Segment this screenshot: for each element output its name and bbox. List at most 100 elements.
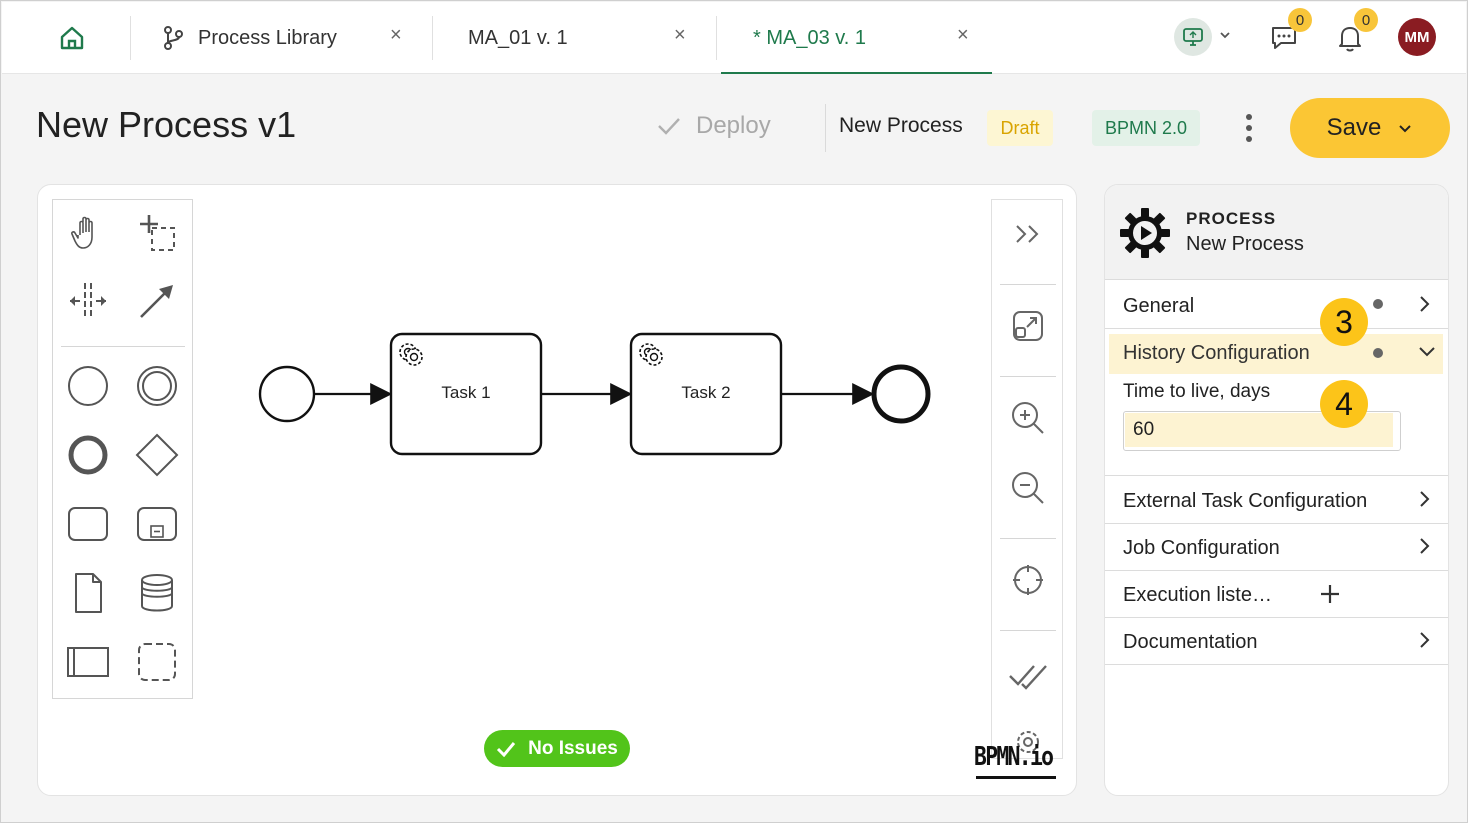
- tab-divider: [716, 16, 717, 60]
- hand-tool-icon[interactable]: [63, 208, 113, 258]
- zoom-in-icon[interactable]: [1006, 396, 1050, 440]
- subprocess-icon[interactable]: [132, 499, 182, 549]
- end-event[interactable]: [871, 364, 931, 424]
- properties-panel: PROCESS New Process General History Conf…: [1104, 184, 1449, 796]
- connect-tool-icon[interactable]: [132, 276, 182, 326]
- element-type: PROCESS: [1186, 209, 1277, 228]
- tab-process-library[interactable]: Process Library ×: [162, 2, 412, 74]
- section-job-configuration[interactable]: Job Configuration: [1105, 524, 1448, 571]
- group-icon[interactable]: [132, 637, 182, 687]
- pool-icon[interactable]: [63, 637, 113, 687]
- chevron-right-icon: [1417, 489, 1433, 515]
- tab-label: * MA_03 v. 1: [753, 26, 867, 49]
- chevron-down-icon[interactable]: [1218, 28, 1232, 47]
- tab-divider: [432, 16, 433, 60]
- tab-ma03[interactable]: * MA_03 v. 1 ×: [721, 2, 992, 74]
- canvas-toolbar: [991, 199, 1063, 759]
- check-icon: [656, 116, 682, 136]
- task-label: Task 2: [681, 383, 731, 402]
- save-button[interactable]: Save: [1290, 98, 1450, 158]
- callout-badge: 4: [1320, 380, 1368, 428]
- callout-badge: 3: [1320, 298, 1368, 346]
- chevron-right-icon: [1417, 536, 1433, 562]
- section-label: Documentation: [1123, 631, 1258, 653]
- section-documentation[interactable]: Documentation: [1105, 618, 1448, 665]
- element-name: New Process: [1186, 233, 1304, 255]
- changed-indicator-dot: [1373, 348, 1383, 358]
- tab-label: Process Library: [198, 26, 337, 49]
- center-view-icon[interactable]: [1006, 558, 1050, 602]
- deploy-label: Deploy: [696, 112, 771, 139]
- task-label: Task 1: [441, 383, 491, 402]
- environment-switcher[interactable]: [1174, 18, 1212, 56]
- validation-status-label: No Issues: [528, 737, 618, 759]
- section-label: Execution liste…: [1123, 584, 1272, 606]
- save-label: Save: [1326, 114, 1382, 141]
- deploy-button[interactable]: Deploy: [656, 112, 771, 140]
- user-avatar[interactable]: MM: [1398, 18, 1436, 56]
- section-label: External Task Configuration: [1123, 490, 1368, 512]
- section-external-task-configuration[interactable]: External Task Configuration: [1105, 477, 1448, 524]
- toolbar-divider: [1000, 630, 1056, 631]
- section-general[interactable]: General: [1105, 282, 1448, 329]
- branch-icon: [162, 26, 184, 50]
- chevron-right-icon: [1417, 294, 1433, 320]
- toolbar-divider: [1000, 376, 1056, 377]
- validate-icon[interactable]: [1006, 654, 1050, 698]
- start-event-icon[interactable]: [63, 361, 113, 411]
- home-icon[interactable]: [54, 20, 90, 56]
- toolbar-divider: [1000, 284, 1056, 285]
- notification-count-badge: 0: [1354, 8, 1378, 32]
- add-icon[interactable]: [1319, 583, 1341, 611]
- close-icon[interactable]: ×: [390, 24, 402, 47]
- close-icon[interactable]: ×: [957, 24, 969, 47]
- page-title: New Process v1: [36, 104, 297, 145]
- zoom-out-icon[interactable]: [1006, 466, 1050, 510]
- chevron-down-icon: [1397, 120, 1413, 136]
- tab-label: MA_01 v. 1: [468, 26, 568, 49]
- bpmn-io-watermark[interactable]: BPMN.io: [974, 742, 1054, 772]
- header-divider: [825, 104, 826, 152]
- process-gear-icon: [1119, 207, 1171, 264]
- more-options-icon[interactable]: [1236, 110, 1262, 146]
- close-icon[interactable]: ×: [674, 24, 686, 47]
- diagram-canvas[interactable]: [37, 184, 1077, 796]
- tool-palette: [52, 199, 193, 699]
- data-store-icon[interactable]: [132, 568, 182, 618]
- space-tool-icon[interactable]: [63, 276, 113, 326]
- fit-view-icon[interactable]: [1006, 304, 1050, 348]
- palette-divider: [61, 346, 185, 347]
- data-object-icon[interactable]: [63, 568, 113, 618]
- section-label: General: [1123, 295, 1195, 317]
- start-event[interactable]: [258, 365, 316, 423]
- time-to-live-label: Time to live, days: [1123, 381, 1271, 402]
- chevron-right-icon: [1417, 630, 1433, 656]
- monitor-icon: [1182, 27, 1204, 47]
- tab-divider: [130, 16, 131, 60]
- bpmn-diagram: [258, 332, 931, 456]
- watermark-underline: [976, 776, 1056, 779]
- chat-count-badge: 0: [1288, 8, 1312, 32]
- process-name: New Process: [839, 114, 963, 137]
- task-icon[interactable]: [63, 499, 113, 549]
- top-bar: Process Library × MA_01 v. 1 × * MA_03 v…: [2, 2, 1466, 74]
- toolbar-divider: [1000, 538, 1056, 539]
- check-icon: [496, 741, 516, 757]
- chevron-down-icon: [1417, 344, 1437, 365]
- end-event-icon[interactable]: [63, 430, 113, 480]
- bpmn-version-badge: BPMN 2.0: [1092, 110, 1200, 146]
- section-label: Job Configuration: [1123, 537, 1280, 559]
- section-label: History Configuration: [1123, 342, 1310, 364]
- status-badge: Draft: [987, 110, 1053, 146]
- section-divider: [1105, 475, 1448, 476]
- changed-indicator-dot: [1373, 299, 1383, 309]
- gateway-icon[interactable]: [132, 430, 182, 480]
- collapse-panel-icon[interactable]: [1006, 212, 1050, 256]
- section-history-configuration[interactable]: History Configuration: [1109, 334, 1443, 374]
- intermediate-event-icon[interactable]: [132, 361, 182, 411]
- properties-header: PROCESS New Process: [1105, 185, 1448, 280]
- validation-status-pill[interactable]: No Issues: [484, 730, 630, 767]
- tab-ma01[interactable]: MA_01 v. 1 ×: [468, 2, 698, 74]
- section-execution-listeners[interactable]: Execution liste…: [1105, 571, 1448, 618]
- lasso-tool-icon[interactable]: [132, 208, 182, 258]
